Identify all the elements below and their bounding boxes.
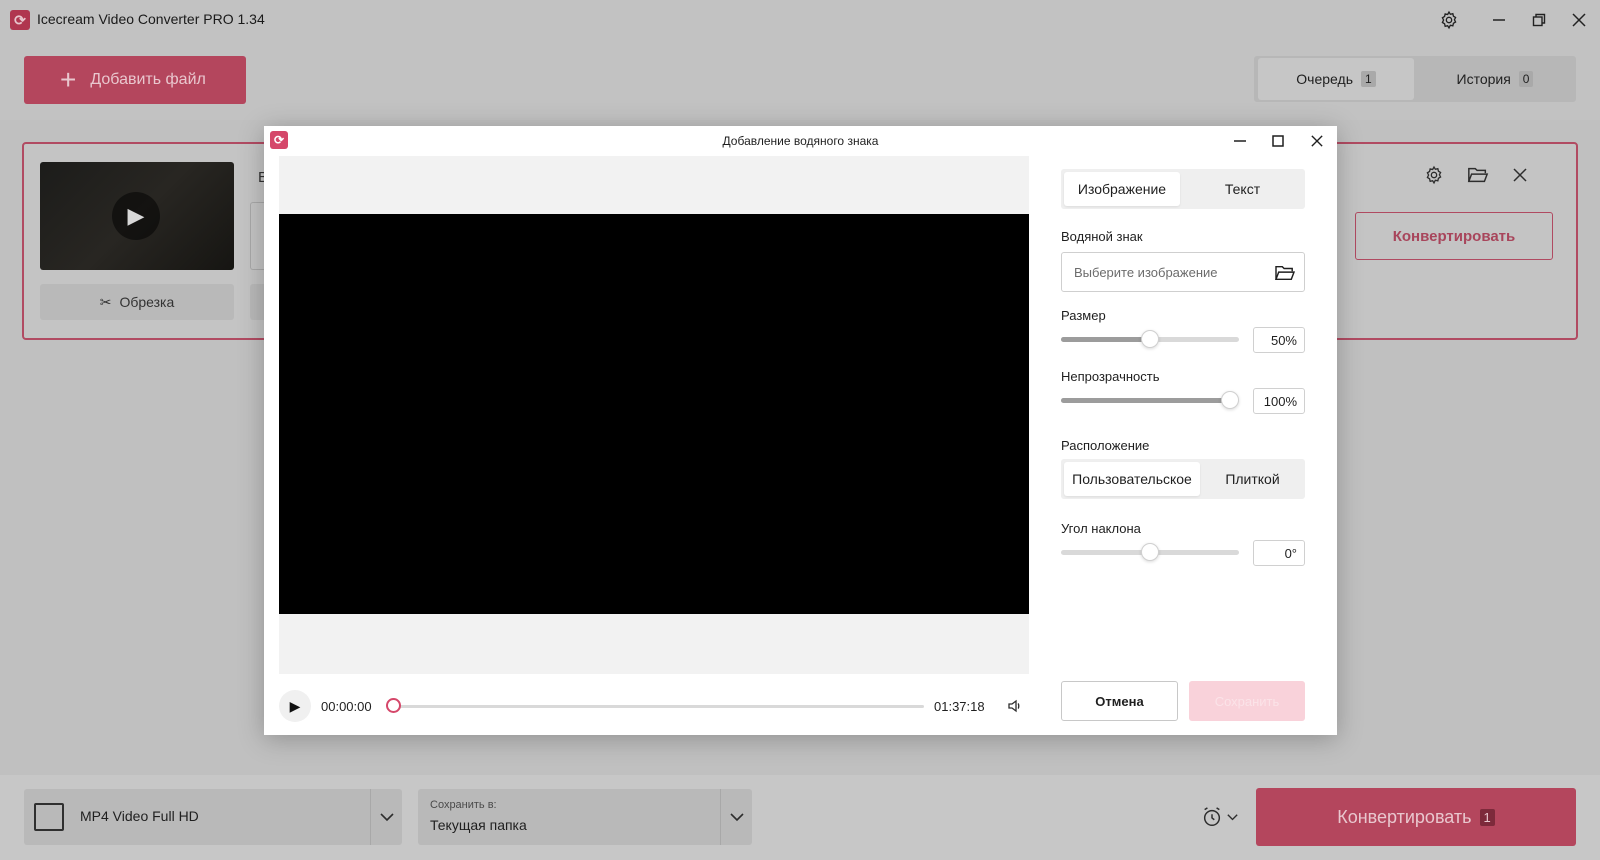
tab-history[interactable]: История 0 (1418, 58, 1572, 100)
convert-all-label: Конвертировать (1337, 806, 1472, 827)
format-select[interactable]: MP4 Video Full HD (24, 789, 402, 845)
queue-count-badge: 1 (1361, 71, 1376, 87)
app-logo-icon: ⟳ (10, 10, 30, 30)
total-time: 01:37:18 (934, 699, 985, 714)
opacity-slider-thumb[interactable] (1221, 391, 1239, 409)
video-thumbnail[interactable]: ▶ (40, 162, 234, 270)
cancel-button[interactable]: Отмена (1061, 681, 1178, 721)
remove-file-close-icon[interactable] (1507, 162, 1533, 188)
bottom-bar: MP4 Video Full HD Сохранить в: Текущая п… (0, 775, 1600, 860)
watermark-type-tabs: Изображение Текст (1061, 169, 1305, 209)
position-tiled[interactable]: Плиткой (1203, 462, 1302, 496)
opacity-slider[interactable] (1061, 391, 1239, 409)
queue-history-tabs: Очередь 1 История 0 (1254, 56, 1576, 102)
tab-queue[interactable]: Очередь 1 (1258, 58, 1414, 100)
size-slider-fill (1061, 337, 1146, 342)
angle-slider[interactable] (1061, 543, 1239, 561)
video-frame[interactable] (279, 214, 1029, 614)
size-slider-thumb[interactable] (1141, 330, 1159, 348)
seek-bar[interactable] (392, 705, 924, 708)
tab-queue-label: Очередь (1296, 71, 1353, 87)
save-chevron-down-icon[interactable] (720, 789, 752, 845)
play-icon[interactable]: ▶ (279, 690, 311, 722)
add-file-label: Добавить файл (90, 71, 206, 88)
watermark-image-field[interactable]: Выберите изображение (1061, 252, 1305, 292)
position-mode-tabs: Пользовательское Плиткой (1061, 459, 1305, 499)
video-preview-area (279, 156, 1029, 674)
watermark-label: Водяной знак (1061, 229, 1143, 244)
size-slider[interactable] (1061, 330, 1239, 348)
card-convert-button[interactable]: Конвертировать (1355, 212, 1553, 260)
dialog-maximize-button[interactable] (1262, 128, 1294, 154)
opacity-slider-fill (1061, 398, 1230, 403)
open-folder-icon[interactable] (1465, 162, 1491, 188)
position-custom[interactable]: Пользовательское (1064, 462, 1200, 496)
current-time: 00:00:00 (321, 699, 372, 714)
settings-gear-icon[interactable] (1434, 6, 1464, 34)
convert-count-badge: 1 (1479, 808, 1495, 826)
dialog-minimize-button[interactable] (1224, 128, 1256, 154)
alarm-clock-icon (1203, 807, 1220, 826)
film-icon (34, 803, 64, 831)
save-location-select[interactable]: Сохранить в: Текущая папка (418, 789, 752, 845)
browse-folder-icon[interactable] (1272, 261, 1298, 285)
tab-image[interactable]: Изображение (1064, 172, 1180, 206)
crop-button[interactable]: ✂ Обрезка (40, 284, 234, 320)
save-caption: Сохранить в: (430, 799, 497, 811)
tab-history-label: История (1456, 71, 1511, 87)
save-location-value: Текущая папка (430, 817, 527, 833)
watermark-placeholder: Выберите изображение (1074, 265, 1218, 280)
tab-text[interactable]: Текст (1183, 172, 1302, 206)
opacity-value-input[interactable]: 100% (1253, 388, 1305, 414)
add-file-button[interactable]: + Добавить файл (24, 56, 246, 104)
watermark-settings-panel: Изображение Текст Водяной знак Выберите … (1061, 156, 1305, 726)
opacity-label: Непрозрачность (1061, 369, 1160, 384)
toolbar: + Добавить файл Очередь 1 История 0 (0, 40, 1600, 120)
position-label: Расположение (1061, 438, 1150, 453)
angle-value-input[interactable]: 0° (1253, 540, 1305, 566)
thumbnail-play-icon[interactable]: ▶ (112, 192, 160, 240)
dialog-title: Добавление водяного знака (722, 134, 879, 148)
crop-label: Обрезка (119, 294, 175, 310)
close-button[interactable] (1564, 6, 1594, 34)
volume-icon[interactable] (1005, 696, 1025, 716)
player-controls: ▶ 00:00:00 01:37:18 (279, 688, 1029, 724)
size-value-input[interactable]: 50% (1253, 327, 1305, 353)
dialog-close-button[interactable] (1301, 128, 1333, 154)
timer-chevron-down-icon (1226, 813, 1238, 820)
file-settings-partial (250, 202, 264, 270)
plus-icon: + (60, 64, 77, 95)
scissors-icon: ✂ (99, 293, 112, 310)
format-label: MP4 Video Full HD (80, 808, 199, 824)
schedule-timer-button[interactable] (1196, 793, 1242, 841)
minimize-button[interactable] (1484, 6, 1514, 34)
file-settings-gear-icon[interactable] (1421, 162, 1447, 188)
seek-handle[interactable] (386, 698, 401, 713)
save-button[interactable]: Сохранить (1189, 681, 1305, 721)
card-button-partial[interactable] (250, 284, 264, 320)
app-title: Icecream Video Converter PRO 1.34 (37, 11, 265, 27)
app-titlebar: ⟳ Icecream Video Converter PRO 1.34 (0, 0, 1600, 40)
restore-button[interactable] (1524, 6, 1554, 34)
angle-slider-thumb[interactable] (1141, 543, 1159, 561)
watermark-dialog: ⟳ Добавление водяного знака ▶ 00:00:00 0… (264, 126, 1337, 735)
dialog-titlebar: ⟳ Добавление водяного знака (264, 126, 1337, 156)
format-chevron-down-icon[interactable] (370, 789, 402, 845)
size-label: Размер (1061, 308, 1106, 323)
angle-label: Угол наклона (1061, 521, 1141, 536)
history-count-badge: 0 (1518, 71, 1534, 87)
convert-all-button[interactable]: Конвертировать 1 (1256, 788, 1576, 846)
